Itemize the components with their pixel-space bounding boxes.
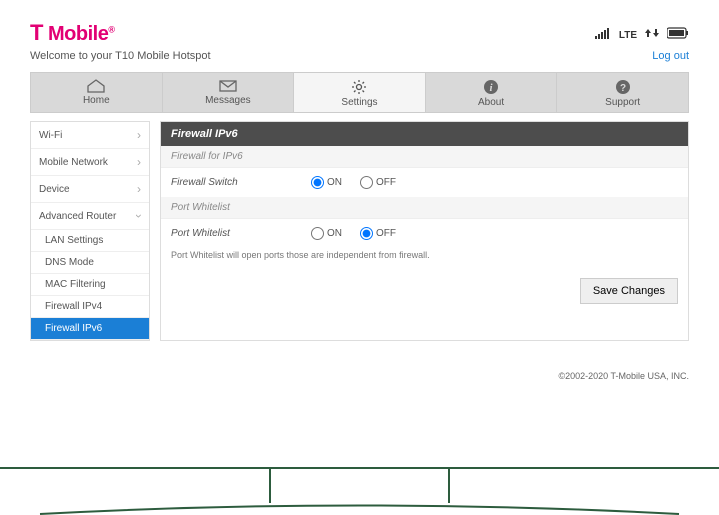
help-icon: ? <box>615 79 631 95</box>
section-firewall: Firewall for IPv6 <box>161 146 688 168</box>
sidebar-item-device[interactable]: Device › <box>31 176 149 203</box>
nav-settings-label: Settings <box>341 97 377 108</box>
nav-about-label: About <box>478 97 504 108</box>
settings-icon <box>350 79 368 95</box>
sidebar-sub-firewall-ipv4[interactable]: Firewall IPv4 <box>31 296 149 318</box>
sidebar-item-label: Device <box>39 184 70 195</box>
sidebar-sub-mac-filtering[interactable]: MAC Filtering <box>31 274 149 296</box>
chevron-right-icon: › <box>137 128 141 142</box>
nav-settings[interactable]: Settings <box>294 73 426 112</box>
port-whitelist-note: Port Whitelist will open ports those are… <box>161 248 688 270</box>
monitor-stand <box>0 467 719 515</box>
nav-support-label: Support <box>605 97 640 108</box>
logout-link[interactable]: Log out <box>652 50 689 62</box>
sidebar-sub-firewall-ipv6[interactable]: Firewall IPv6 <box>31 318 149 340</box>
chevron-right-icon: › <box>137 182 141 196</box>
messages-icon <box>218 79 238 93</box>
nav-home[interactable]: Home <box>31 73 163 112</box>
sidebar-item-wifi[interactable]: Wi-Fi › <box>31 122 149 149</box>
lte-label: LTE <box>619 30 637 41</box>
home-icon <box>86 79 106 93</box>
logo-text: Mobile <box>43 23 108 45</box>
firewall-switch-on[interactable]: ON <box>311 176 342 189</box>
logo-t: T <box>30 20 43 45</box>
sidebar-item-label: Wi-Fi <box>39 130 62 141</box>
sidebar-item-label: Advanced Router <box>39 211 116 222</box>
welcome-text: Welcome to your T10 Mobile Hotspot <box>30 50 211 62</box>
sidebar-item-mobile-network[interactable]: Mobile Network › <box>31 149 149 176</box>
signal-icon <box>595 26 611 44</box>
section-port-whitelist: Port Whitelist <box>161 197 688 219</box>
info-icon: i <box>483 79 499 95</box>
port-whitelist-on[interactable]: ON <box>311 227 342 240</box>
sidebar: Wi-Fi › Mobile Network › Device › Advanc… <box>30 121 150 341</box>
sidebar-item-advanced-router[interactable]: Advanced Router › <box>31 203 149 230</box>
status-icons: LTE <box>595 26 689 44</box>
sidebar-item-label: Mobile Network <box>39 157 108 168</box>
panel-title: Firewall IPv6 <box>161 122 688 146</box>
logo: T Mobile® <box>30 20 114 46</box>
port-whitelist-off[interactable]: OFF <box>360 227 396 240</box>
battery-icon <box>667 26 689 44</box>
footer-copyright: ©2002-2020 T-Mobile USA, INC. <box>30 371 689 381</box>
content-panel: Firewall IPv6 Firewall for IPv6 Firewall… <box>160 121 689 341</box>
sidebar-sub-dns-mode[interactable]: DNS Mode <box>31 252 149 274</box>
save-button[interactable]: Save Changes <box>580 278 678 304</box>
nav-messages-label: Messages <box>205 95 251 106</box>
nav-messages[interactable]: Messages <box>163 73 295 112</box>
firewall-switch-label: Firewall Switch <box>171 177 311 188</box>
main-nav: Home Messages Settings i About ? Support <box>30 72 689 113</box>
nav-support[interactable]: ? Support <box>557 73 688 112</box>
sidebar-sub-lan-settings[interactable]: LAN Settings <box>31 230 149 252</box>
firewall-switch-off[interactable]: OFF <box>360 176 396 189</box>
svg-text:?: ? <box>620 83 626 94</box>
updown-icon <box>645 26 659 44</box>
nav-about[interactable]: i About <box>426 73 558 112</box>
chevron-right-icon: › <box>137 155 141 169</box>
port-whitelist-label: Port Whitelist <box>171 228 311 239</box>
chevron-down-icon: › <box>132 214 146 218</box>
nav-home-label: Home <box>83 95 110 106</box>
